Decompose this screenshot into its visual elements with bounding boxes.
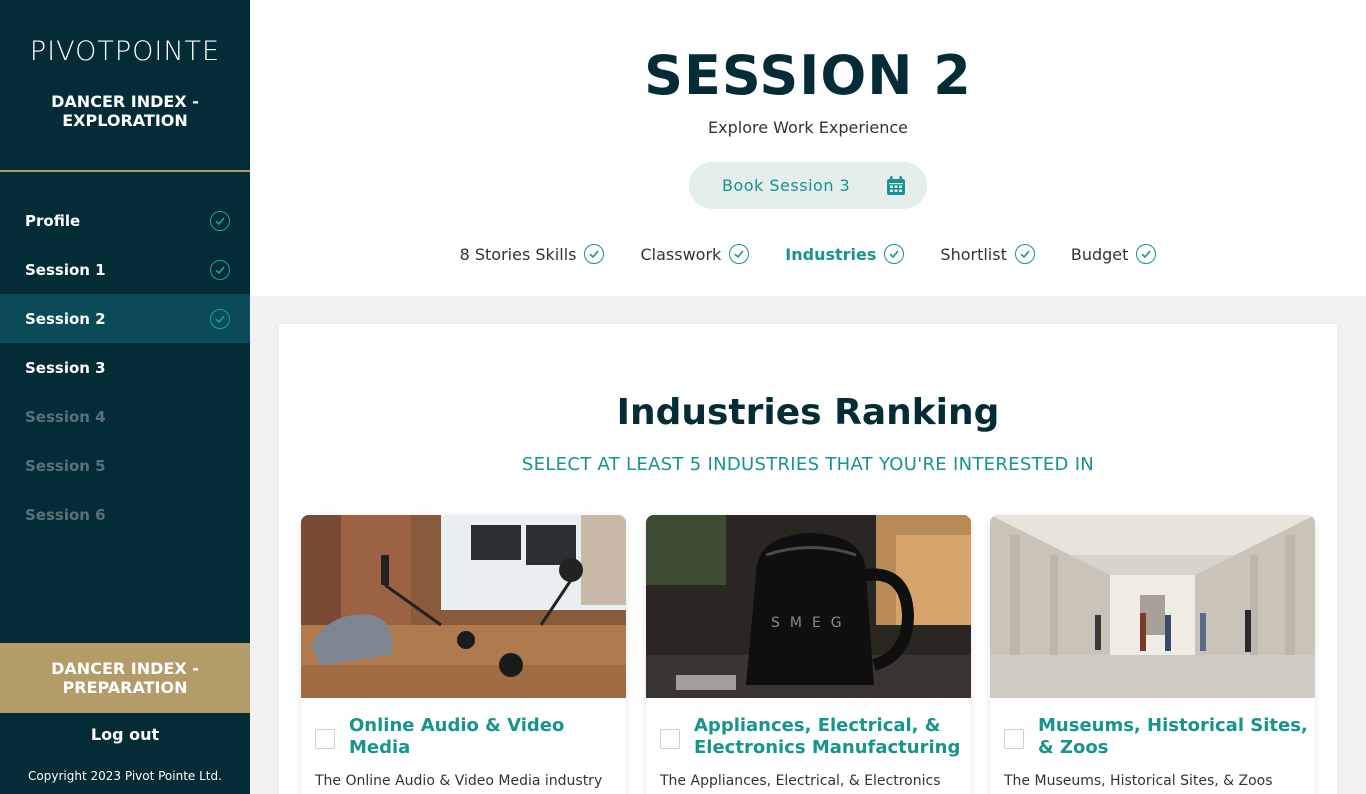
tab-industries[interactable]: Industries [785, 244, 905, 264]
program-title: DANCER INDEX - EXPLORATION [51, 92, 199, 130]
tab-label: 8 Stories Skills [459, 244, 577, 264]
check-circle-icon [210, 210, 230, 231]
check-circle-icon [884, 244, 905, 264]
section-instruction: SELECT AT LEAST 5 INDUSTRIES THAT YOU'RE… [521, 454, 1095, 475]
sidebar-item-label: Session 6 [25, 505, 106, 524]
sidebar: PIVOTPOINTE DANCER INDEX - EXPLORATION P… [0, 0, 250, 794]
tab-shortlist[interactable]: Shortlist [940, 244, 1035, 264]
tab-budget[interactable]: Budget [1071, 244, 1157, 264]
check-circle-icon [210, 259, 230, 280]
industries-ranking-card: Industries Ranking SELECT AT LEAST 5 IND… [279, 324, 1337, 794]
industry-checkbox[interactable] [315, 729, 335, 749]
check-circle-icon [210, 308, 230, 329]
industry-header: Museums, Historical Sites, & Zoos [1004, 715, 1308, 759]
kettle-photo: SMEG [646, 515, 971, 698]
sidebar-item-label: Session 2 [25, 309, 106, 328]
copyright-text: Copyright 2023 Pivot Pointe Ltd. [28, 769, 222, 783]
sidebar-item-profile[interactable]: Profile [0, 196, 250, 245]
industry-description: The Museums, Historical Sites, & Zoos [1004, 773, 1273, 789]
industry-card[interactable]: Museums, Historical Sites, & Zoos The Mu… [990, 515, 1315, 794]
sidebar-item-label: Session 5 [25, 456, 106, 475]
sidebar-item-session-3[interactable]: Session 3 [0, 343, 250, 392]
tab-label: Industries [785, 244, 877, 264]
industry-checkbox[interactable] [1004, 729, 1024, 749]
industry-name: Appliances, Electrical, & Electronics Ma… [694, 715, 961, 758]
industry-header: Appliances, Electrical, & Electronics Ma… [660, 715, 964, 759]
industry-checkbox[interactable] [660, 729, 680, 749]
sidebar-item-session-6: Session 6 [0, 490, 250, 539]
sidebar-item-label: Session 1 [25, 260, 106, 279]
tab-8-stories-skills[interactable]: 8 Stories Skills [460, 244, 605, 264]
book-session-label: Book Session 3 [722, 176, 851, 195]
industry-header: Online Audio & Video Media [315, 715, 619, 759]
industry-card[interactable]: SMEG Appliances, Electrical, & Electroni… [646, 515, 971, 794]
industry-card[interactable]: Online Audio & Video Media The Online Au… [301, 515, 626, 794]
book-session-button[interactable]: Book Session 3 [689, 162, 927, 209]
check-circle-icon [729, 244, 750, 264]
sidebar-item-session-4: Session 4 [0, 392, 250, 441]
industry-name: Museums, Historical Sites, & Zoos [1038, 715, 1308, 758]
section-title: Industries Ranking [616, 392, 1000, 433]
calendar-icon [887, 176, 905, 195]
industry-description: The Online Audio & Video Media industry [315, 773, 603, 789]
sidebar-item-session-2[interactable]: Session 2 [0, 294, 250, 343]
industry-name: Online Audio & Video Media [349, 715, 565, 758]
logo: PIVOTPOINTE [29, 36, 221, 67]
page-title: SESSION 2 [644, 44, 972, 107]
session-header: SESSION 2 Explore Work Experience Book S… [250, 0, 1366, 296]
page-subtitle: Explore Work Experience [708, 118, 908, 137]
tab-label: Shortlist [940, 244, 1007, 264]
sidebar-nav: Profile Session 1 Session 2 Session 3 Se… [0, 196, 250, 539]
tab-label: Budget [1070, 244, 1129, 264]
sidebar-item-label: Profile [25, 211, 81, 230]
logout-link[interactable]: Log out [0, 725, 250, 744]
svg-text:SMEG: SMEG [771, 615, 852, 631]
preparation-program-link[interactable]: DANCER INDEX - PREPARATION [0, 643, 250, 713]
museum-hall-photo [990, 515, 1315, 698]
check-circle-icon [1136, 244, 1157, 264]
sidebar-item-label: Session 4 [25, 407, 106, 426]
sidebar-item-label: Session 3 [25, 358, 106, 377]
check-circle-icon [584, 244, 605, 264]
sidebar-item-session-1[interactable]: Session 1 [0, 245, 250, 294]
industry-description: The Appliances, Electrical, & Electronic… [660, 773, 941, 789]
sidebar-item-session-5: Session 5 [0, 441, 250, 490]
session-tabs: 8 Stories Skills Classwork Industries Sh… [250, 244, 1366, 264]
podcast-studio-photo [301, 515, 626, 698]
tab-classwork[interactable]: Classwork [640, 244, 750, 264]
check-circle-icon [1014, 244, 1035, 264]
tab-label: Classwork [640, 244, 722, 264]
sidebar-divider [0, 170, 250, 172]
